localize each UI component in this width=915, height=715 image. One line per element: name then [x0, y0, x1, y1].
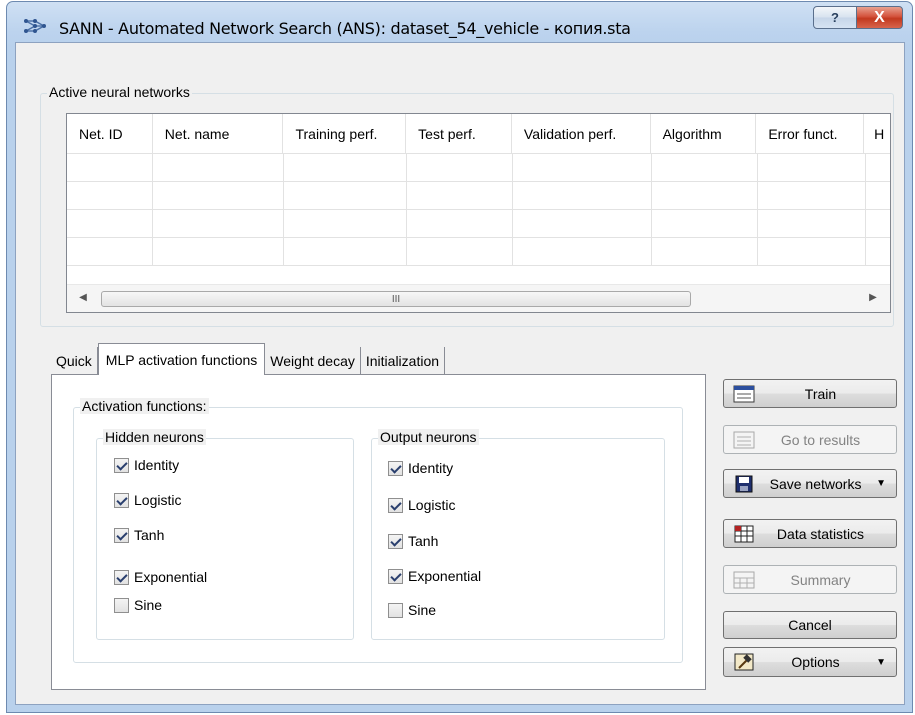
col-error-funct[interactable]: Error funct.	[756, 114, 865, 154]
checkbox-label: Logistic	[408, 497, 456, 513]
scroll-thumb[interactable]: III	[101, 291, 691, 307]
checkbox-label: Logistic	[134, 492, 182, 508]
checkbox-label: Tanh	[408, 533, 439, 549]
checkbox-unchecked-icon	[388, 602, 403, 618]
go-to-results-button[interactable]: Go to results	[723, 425, 897, 454]
checkbox-label: Exponential	[408, 568, 482, 584]
col-test-perf[interactable]: Test perf.	[406, 114, 512, 154]
floppy-disk-icon	[735, 475, 753, 492]
data-statistics-button[interactable]: Data statistics	[723, 519, 897, 548]
table-icon	[734, 525, 754, 542]
save-networks-label: Save networks	[769, 475, 862, 492]
col-net-name[interactable]: Net. name	[153, 114, 284, 154]
checkbox-label: Sine	[408, 602, 437, 618]
grid-icon	[733, 385, 755, 402]
checkbox-checked-icon	[388, 497, 403, 513]
chevron-down-icon: ▼	[876, 656, 886, 668]
output-identity-checkbox[interactable]: Identity	[388, 460, 453, 476]
cancel-button[interactable]: Cancel	[723, 611, 897, 639]
table-row[interactable]	[67, 182, 890, 210]
active-networks-title: Active neural networks	[47, 84, 192, 100]
tab-panel: Activation functions: Hidden neurons Ide…	[51, 374, 706, 690]
output-exponential-checkbox[interactable]: Exponential	[388, 568, 481, 584]
close-button[interactable]: X	[856, 6, 903, 29]
checkbox-label: Identity	[134, 457, 180, 473]
checkbox-checked-icon	[114, 492, 129, 508]
checkbox-checked-icon	[388, 460, 403, 476]
window-title: SANN - Automated Network Search (ANS): d…	[59, 19, 631, 38]
checkbox-checked-icon	[114, 457, 129, 473]
help-icon: ?	[831, 10, 839, 25]
grid-icon	[733, 431, 755, 448]
checkbox-label: Exponential	[134, 569, 208, 585]
options-label: Options	[791, 654, 840, 670]
grid-header: Net. ID Net. name Training perf. Test pe…	[67, 114, 890, 154]
dialog-window: SANN - Automated Network Search (ANS): d…	[6, 1, 913, 713]
train-button[interactable]: Train	[723, 379, 897, 408]
col-validation-perf[interactable]: Validation perf.	[512, 114, 651, 154]
checkbox-checked-icon	[114, 527, 129, 543]
hidden-sine-checkbox[interactable]: Sine	[114, 597, 162, 613]
checkbox-label: Tanh	[134, 527, 165, 543]
hidden-logistic-checkbox[interactable]: Logistic	[114, 492, 181, 508]
options-button[interactable]: Options ▼	[723, 647, 897, 677]
col-net-id[interactable]: Net. ID	[67, 114, 153, 154]
tab-mlp-activation-functions[interactable]: MLP activation functions	[97, 343, 266, 375]
dialog-client-area: Active neural networks Net. ID Net. name…	[15, 42, 905, 705]
table-row[interactable]	[67, 210, 890, 238]
summary-label: Summary	[790, 571, 851, 588]
tab-quick[interactable]: Quick	[51, 347, 98, 375]
help-button[interactable]: ?	[813, 6, 857, 29]
summary-grid-icon	[733, 571, 755, 588]
hidden-neurons-title: Hidden neurons	[103, 429, 206, 445]
checkbox-label: Sine	[134, 597, 163, 613]
output-tanh-checkbox[interactable]: Tanh	[388, 533, 438, 549]
checkbox-label: Identity	[408, 460, 454, 476]
output-logistic-checkbox[interactable]: Logistic	[388, 497, 455, 513]
table-row[interactable]	[67, 154, 890, 182]
tab-strip: Quick MLP activation functions Weight de…	[51, 343, 446, 375]
scroll-grip-icon: III	[391, 293, 401, 305]
checkbox-checked-icon	[388, 533, 403, 549]
hidden-identity-checkbox[interactable]: Identity	[114, 457, 179, 473]
cancel-label: Cancel	[788, 617, 832, 633]
scroll-left-icon[interactable]: ◀	[77, 292, 89, 304]
tab-weight-decay[interactable]: Weight decay	[265, 347, 361, 375]
close-icon: X	[874, 8, 885, 26]
hidden-exponential-checkbox[interactable]: Exponential	[114, 569, 207, 585]
checkbox-unchecked-icon	[114, 597, 129, 613]
col-h[interactable]: H	[864, 114, 890, 154]
hidden-tanh-checkbox[interactable]: Tanh	[114, 527, 164, 543]
save-networks-button[interactable]: Save networks ▼	[723, 469, 897, 498]
table-row[interactable]	[67, 238, 890, 266]
train-label: Train	[804, 385, 837, 402]
chevron-down-icon: ▼	[876, 478, 886, 489]
output-sine-checkbox[interactable]: Sine	[388, 602, 436, 618]
activation-functions-title: Activation functions:	[80, 398, 209, 414]
network-icon	[24, 19, 46, 33]
data-statistics-label: Data statistics	[776, 525, 865, 542]
tab-initialization[interactable]: Initialization	[360, 347, 446, 375]
hammer-icon	[734, 653, 754, 671]
col-training-perf[interactable]: Training perf.	[283, 114, 407, 154]
checkbox-checked-icon	[114, 569, 129, 585]
scroll-right-icon[interactable]: ▶	[867, 292, 879, 304]
checkbox-checked-icon	[388, 568, 403, 584]
horizontal-scrollbar[interactable]: ◀ III ▶	[67, 284, 890, 312]
networks-grid[interactable]: Net. ID Net. name Training perf. Test pe…	[66, 113, 891, 313]
grid-rows	[67, 154, 890, 284]
title-bar[interactable]: SANN - Automated Network Search (ANS): d…	[7, 2, 912, 42]
summary-button[interactable]: Summary	[723, 565, 897, 594]
col-algorithm[interactable]: Algorithm	[651, 114, 757, 154]
go-to-results-label: Go to results	[780, 431, 861, 448]
output-neurons-title: Output neurons	[378, 429, 479, 445]
